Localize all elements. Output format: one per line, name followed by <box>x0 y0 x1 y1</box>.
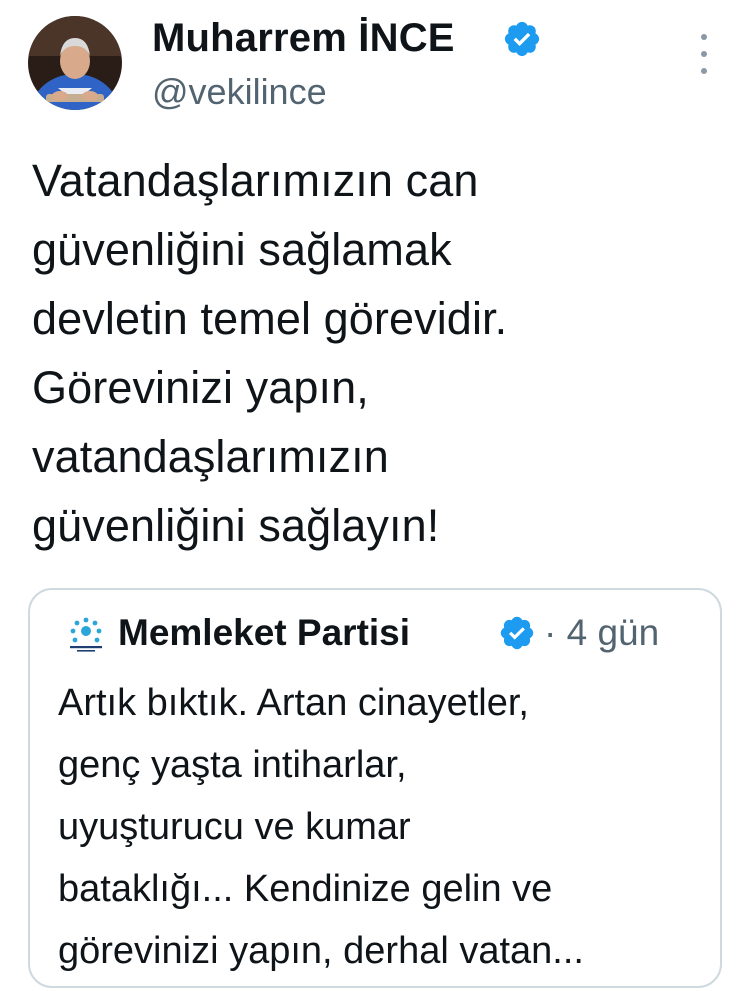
quote-timestamp[interactable]: 4 gün <box>567 612 660 653</box>
quote-author-name[interactable]: Memleket Partisi <box>118 610 410 656</box>
avatar-photo <box>28 16 122 110</box>
quote-meta: · 4 gün <box>544 610 659 656</box>
more-dot <box>701 51 707 57</box>
author-name[interactable]: Muharrem İNCE <box>152 14 455 62</box>
more-dot <box>701 68 707 74</box>
more-vertical-icon[interactable] <box>690 34 718 74</box>
verified-badge-icon <box>504 21 540 57</box>
quoted-tweet[interactable]: Memleket Partisi · 4 gün Artık bıktık. A… <box>28 588 722 988</box>
meta-separator: · <box>544 612 557 653</box>
author-avatar[interactable] <box>28 16 122 110</box>
memleket-partisi-logo <box>70 617 102 652</box>
author-handle[interactable]: @vekilince <box>152 70 327 114</box>
quote-text: Artık bıktık. Artan cinayetler, genç yaş… <box>58 682 584 972</box>
tweet: Muharrem İNCE @vekilince Vatandaşlarımız… <box>0 0 750 991</box>
verified-badge-icon <box>500 616 534 650</box>
tweet-text: Vatandaşlarımızın can güvenliğini sağlam… <box>32 155 508 551</box>
more-dot <box>701 34 707 40</box>
